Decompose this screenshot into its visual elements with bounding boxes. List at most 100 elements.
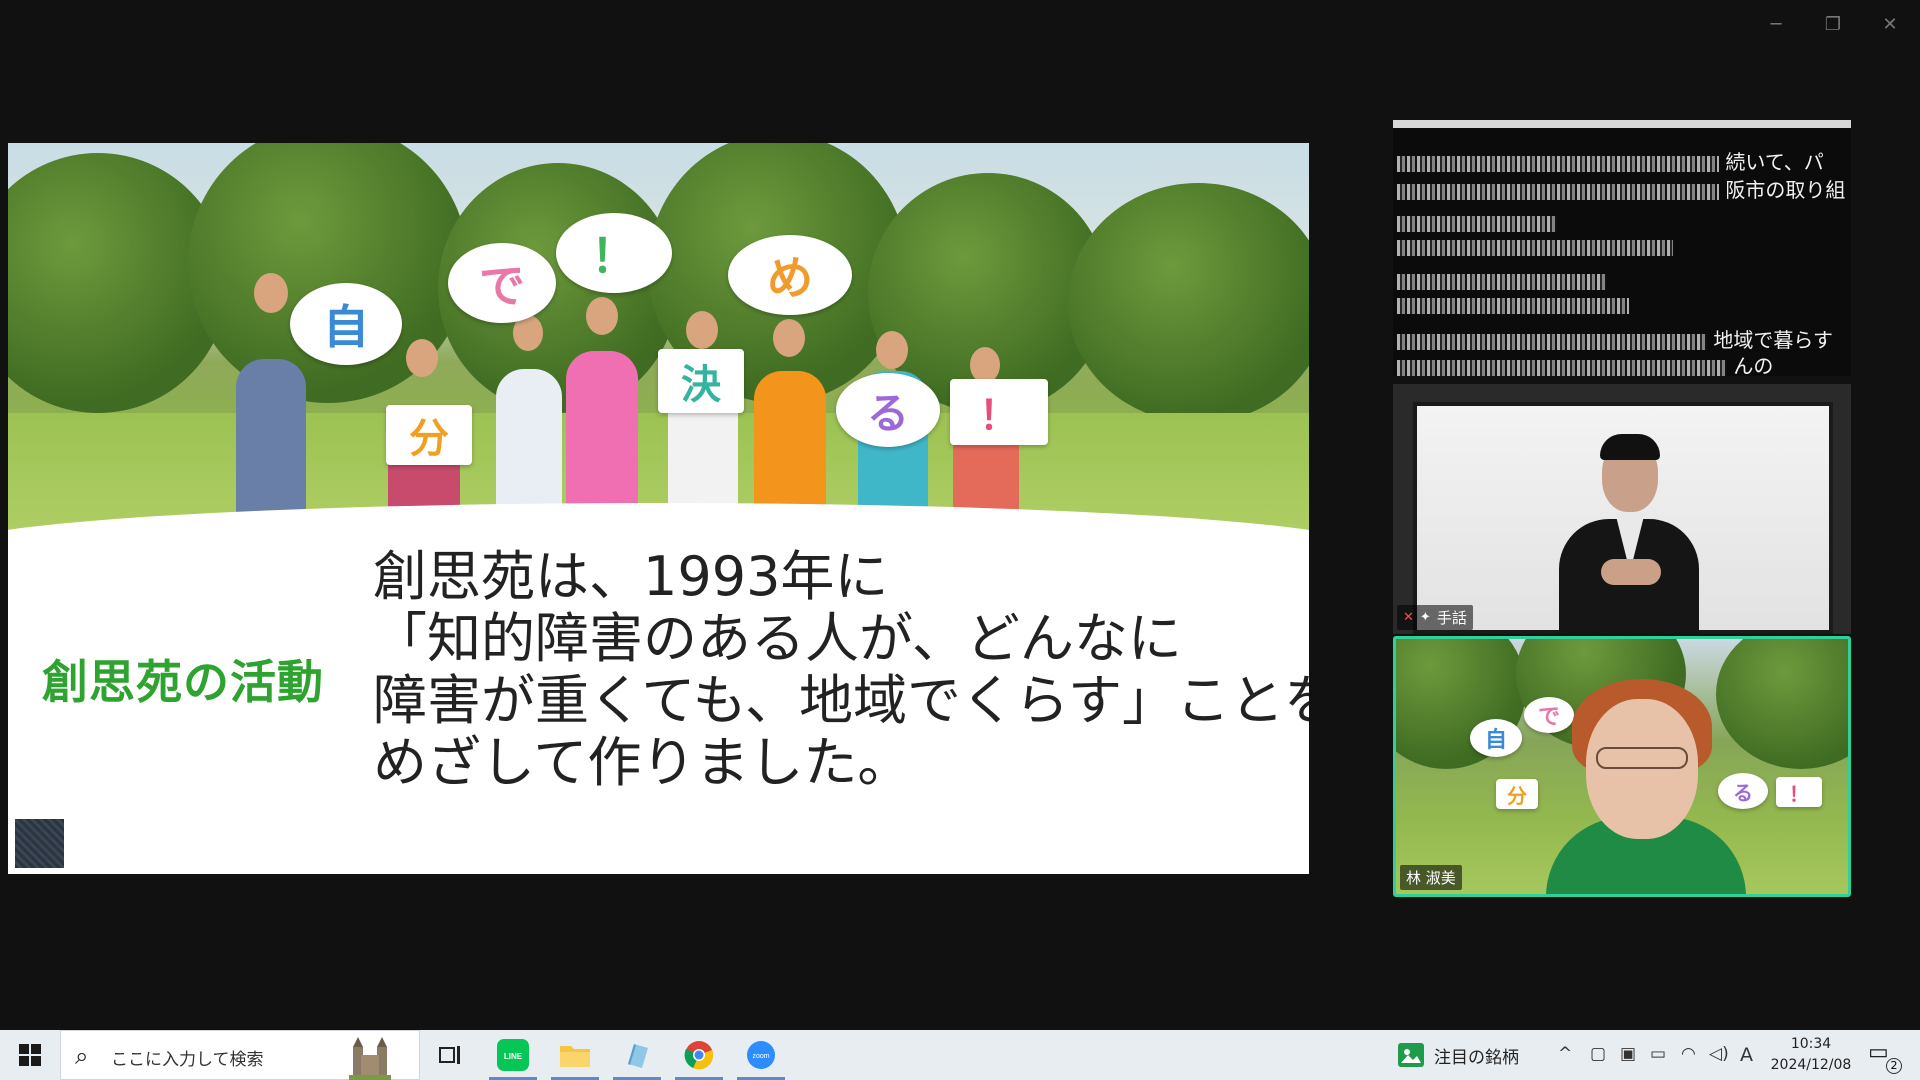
news-widget-label: 注目の銘柄	[1434, 1047, 1519, 1068]
participant-name: 手話	[1436, 609, 1467, 627]
caption-line: んの	[1397, 350, 1773, 376]
chevron-up-icon[interactable]: ^	[1558, 1044, 1572, 1064]
speaker-volume-icon[interactable]: ◁)	[1709, 1044, 1729, 1064]
sign-card: ！	[950, 379, 1048, 445]
blurred-text	[1397, 273, 1607, 290]
person-head	[406, 339, 438, 377]
speech-bubble: で	[1524, 697, 1574, 733]
participant-name: 林 淑美	[1406, 869, 1456, 887]
speech-bubble: め	[728, 235, 852, 315]
interpreter-hair	[1600, 434, 1660, 460]
slide-body-line: 障害が重くても、地域でくらす」ことを	[373, 669, 1309, 732]
windows-taskbar: ⌕ ここに入力して検索 LINE zoom 注目の銘柄 ^ ▢ ▣ ▭ ◠ ◁)…	[0, 1030, 1920, 1080]
person-head	[586, 297, 618, 335]
meet-now-icon[interactable]: ▢	[1590, 1044, 1606, 1064]
caption-line	[1397, 234, 1673, 256]
taskbar-app[interactable]	[611, 1030, 663, 1080]
caption-line	[1397, 292, 1629, 314]
mic-muted-icon: ✕	[1403, 610, 1414, 625]
sign-card: ！	[1776, 777, 1822, 807]
taskbar-chrome[interactable]	[673, 1030, 725, 1080]
clock-time: 10:34	[1790, 1036, 1832, 1052]
caption-line: 続いて、パ	[1397, 146, 1824, 174]
speech-bubble: 自	[290, 283, 402, 365]
speech-bubble: ！	[556, 213, 672, 293]
person-head	[876, 331, 908, 369]
ime-indicator[interactable]: A	[1740, 1044, 1753, 1066]
active-speaker-video-tile[interactable]: 自 で 分 る ！ 林 淑美	[1393, 636, 1851, 897]
blurred-text	[1397, 297, 1629, 314]
participant-name-label: 林 淑美	[1400, 865, 1462, 890]
speaker-glasses	[1596, 747, 1688, 769]
person-head	[773, 319, 805, 357]
svg-text:zoom: zoom	[752, 1053, 769, 1060]
tree	[1068, 183, 1309, 423]
slide-logo	[15, 819, 64, 868]
slide-section-title: 創思苑の活動	[42, 655, 324, 709]
sign-card: 決	[658, 349, 744, 413]
person-head	[686, 311, 718, 349]
svg-text:LINE: LINE	[504, 1052, 523, 1061]
search-highlight-image	[349, 1037, 391, 1080]
slide-body-line: めざして作りました。	[373, 731, 912, 794]
slide-photo: 自 で ！ め 分 決 る ！	[8, 143, 1309, 543]
caption-line: 阪市の取り組	[1397, 174, 1845, 202]
speech-bubble: 自	[1470, 719, 1522, 757]
slide-body-line: 創思苑は、1993年に	[373, 545, 889, 608]
taskbar-clock[interactable]: 10:34 2024/12/08	[1766, 1034, 1856, 1076]
battery-icon[interactable]: ▭	[1650, 1044, 1666, 1064]
tree	[1716, 639, 1848, 769]
wifi-icon[interactable]: ◠	[1681, 1044, 1696, 1064]
notification-center-icon[interactable]: ▭	[1868, 1040, 1889, 1065]
caption-line	[1397, 268, 1607, 290]
start-button[interactable]	[0, 1030, 60, 1080]
taskbar-line-app[interactable]: LINE	[487, 1030, 539, 1080]
shared-screen-slide: 自 で ！ め 分 決 る ！ 創思苑の活動 創思苑は、1993年に 「知的障害…	[8, 143, 1309, 874]
interpreter-video-tile[interactable]: ✕ ✦ 手話	[1393, 384, 1851, 634]
task-view-button[interactable]	[424, 1030, 476, 1080]
speech-bubble: る	[836, 373, 940, 447]
blurred-text	[1397, 215, 1557, 232]
caption-line	[1397, 210, 1557, 232]
news-widget[interactable]: 注目の銘柄	[1398, 1030, 1519, 1080]
caption-tile[interactable]: 続いて、パ 阪市の取り組 地域で暮らす んの	[1393, 120, 1851, 376]
blurred-text	[1397, 183, 1719, 200]
interpreter-hands	[1601, 559, 1661, 585]
line-app-icon: LINE	[497, 1039, 529, 1071]
participant-name-label: ✕ ✦ 手話	[1397, 605, 1473, 630]
stock-news-icon	[1398, 1043, 1424, 1067]
folder-icon	[560, 1046, 590, 1067]
taskbar-zoom[interactable]: zoom	[735, 1030, 787, 1080]
clock-date: 2024/12/08	[1770, 1057, 1852, 1073]
zoom-icon: zoom	[747, 1041, 775, 1069]
speech-bubble: る	[1718, 773, 1768, 809]
blurred-text	[1397, 359, 1727, 376]
speaker-face	[1586, 699, 1698, 839]
search-placeholder: ここに入力して検索	[111, 1050, 264, 1070]
slide-body-line: 「知的障害のある人が、どんなに	[373, 607, 1182, 670]
zoom-meeting-window: ─ ❐ ✕ 自 で ！ め 分 決 る ！ 創思苑の活動 創思苑は、1993年に…	[0, 0, 1920, 1080]
taskbar-file-explorer[interactable]	[549, 1030, 601, 1080]
caption-line: 地域で暮らす	[1397, 324, 1833, 352]
blurred-text	[1397, 333, 1707, 350]
task-view-icon	[439, 1046, 460, 1064]
chrome-icon	[684, 1041, 714, 1070]
slide-body-text: 創思苑は、1993年に 「知的障害のある人が、どんなに 障害が重くても、地域でく…	[373, 545, 1309, 794]
speech-bubble: で	[448, 243, 556, 323]
windows-logo-icon	[19, 1044, 41, 1066]
person-head	[970, 347, 1000, 383]
restore-button[interactable]: ❐	[1813, 10, 1853, 40]
blurred-text	[1397, 155, 1719, 172]
app-icon	[628, 1044, 648, 1068]
close-button[interactable]: ✕	[1870, 10, 1910, 40]
minimize-button[interactable]: ─	[1756, 10, 1796, 40]
person-head	[254, 273, 288, 313]
taskbar-search-box[interactable]: ⌕ ここに入力して検索	[60, 1030, 420, 1080]
sign-card: 分	[1496, 779, 1538, 809]
pin-icon: ✦	[1419, 610, 1431, 625]
sign-card: 分	[386, 405, 472, 465]
search-icon: ⌕	[75, 1042, 89, 1070]
blurred-text	[1397, 239, 1673, 256]
display-icon[interactable]: ▣	[1620, 1044, 1636, 1064]
notification-count-badge: 2	[1886, 1058, 1902, 1074]
